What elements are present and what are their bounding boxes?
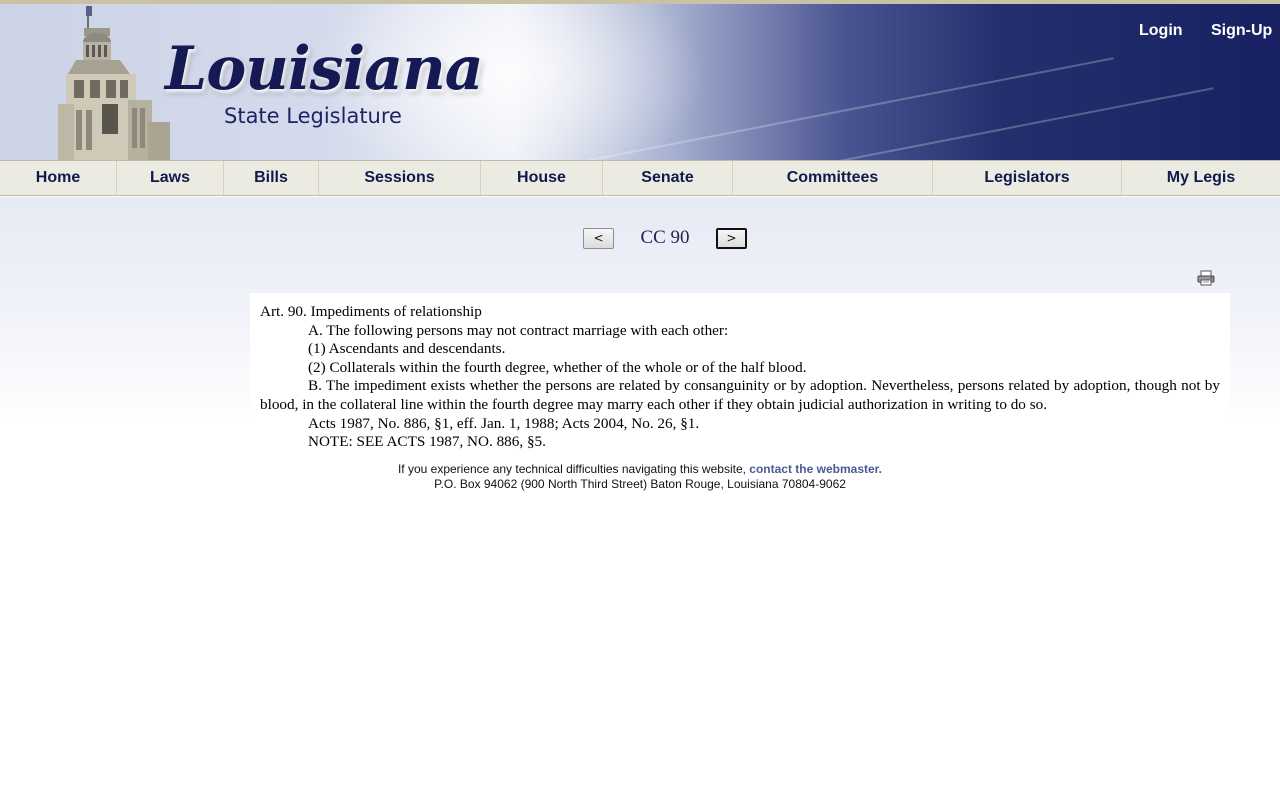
item-2: (2) Collaterals within the fourth degree… [308,358,807,376]
nav-my-legis[interactable]: My Legis [1122,161,1280,195]
logo-wordmark: Louisiana [165,34,484,104]
previous-law-button[interactable]: < [583,228,614,249]
footer-help-line: If you experience any technical difficul… [250,462,1030,477]
paragraph-a: A. The following persons may not contrac… [308,321,729,339]
nav-laws[interactable]: Laws [117,161,224,195]
next-law-button[interactable]: > [716,228,747,249]
nav-legislators[interactable]: Legislators [933,161,1122,195]
capitol-building-image [58,6,170,160]
nav-home[interactable]: Home [0,161,117,195]
paragraph-b: B. The impediment exists whether the per… [260,377,1220,413]
signup-link[interactable]: Sign-Up [1211,22,1272,40]
footer-help-text: If you experience any technical difficul… [397,462,746,476]
contact-webmaster-link[interactable]: contact the webmaster. [749,462,882,476]
nav-bills[interactable]: Bills [224,161,319,195]
login-link[interactable]: Login [1139,22,1183,40]
acts-history: Acts 1987, No. 886, §1, eff. Jan. 1, 198… [308,414,700,432]
item-1: (1) Ascendants and descendants. [308,340,506,358]
law-text: Art. 90. Impediments of relationship A. … [250,293,1230,453]
main-nav: Home Laws Bills Sessions House Senate Co… [0,160,1280,196]
site-banner: Louisiana State Legislature Login Sign-U… [0,4,1280,160]
nav-sessions[interactable]: Sessions [319,161,481,195]
article-heading: Art. 90. Impediments of relationship [260,303,482,320]
nav-house[interactable]: House [481,161,603,195]
nav-senate[interactable]: Senate [603,161,733,195]
acts-note: NOTE: SEE ACTS 1987, NO. 886, §5. [308,433,546,451]
nav-committees[interactable]: Committees [733,161,933,195]
law-citation-title: CC 90 [640,227,690,248]
footer-address: P.O. Box 94062 (900 North Third Street) … [434,477,846,491]
page-footer: If you experience any technical difficul… [250,462,1030,492]
printer-icon[interactable] [1197,270,1215,286]
logo-subtitle: State Legislature [224,104,402,128]
